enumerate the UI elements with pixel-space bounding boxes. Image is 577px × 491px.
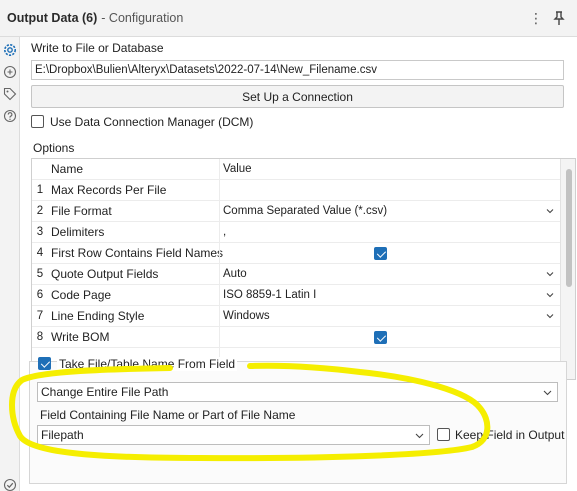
option-checkbox[interactable] [374, 331, 387, 344]
option-value-select[interactable]: Comma Separated Value (*.csv) [219, 201, 560, 222]
row-number: 4 [36, 247, 44, 259]
check-circle-icon[interactable] [3, 478, 17, 491]
column-header-value: Value [223, 163, 252, 175]
option-name: Delimiters [51, 225, 105, 239]
row-number: 7 [36, 310, 44, 322]
option-value: ISO 8859-1 Latin I [223, 289, 317, 301]
side-rail [0, 37, 20, 491]
pin-icon[interactable] [551, 10, 567, 26]
row-number: 2 [36, 205, 44, 217]
file-path-input[interactable] [31, 60, 564, 80]
keep-field-checkbox[interactable] [437, 428, 450, 441]
option-value: Windows [223, 310, 270, 322]
target-icon[interactable] [3, 65, 17, 79]
option-value: Comma Separated Value (*.csv) [223, 205, 388, 217]
option-name: First Row Contains Field Names [51, 246, 224, 260]
option-name: Line Ending Style [51, 309, 145, 323]
option-name: Code Page [51, 288, 112, 302]
filename-field-select[interactable]: Filepath [37, 425, 430, 445]
chevron-down-icon [543, 390, 552, 396]
option-name: File Format [51, 204, 112, 218]
options-header-row: Name Value [32, 159, 560, 180]
options-label: Options [33, 141, 75, 155]
tool-name: Output Data (6) [7, 11, 98, 25]
option-value-select[interactable]: ISO 8859-1 Latin I [219, 285, 560, 306]
tag-icon[interactable] [3, 87, 17, 101]
chevron-down-icon [546, 314, 554, 319]
option-value-input[interactable] [219, 180, 560, 201]
scrollbar-thumb[interactable] [566, 169, 572, 287]
configuration-panel: Write to File or Database Set Up a Conne… [21, 37, 577, 491]
filename-field-value: Filepath [41, 428, 84, 442]
row-number: 6 [36, 289, 44, 301]
row-number: 3 [36, 226, 44, 238]
option-name: Max Records Per File [51, 183, 167, 197]
column-header-value-cell: Value [219, 159, 560, 180]
table-row: 4 First Row Contains Field Names [32, 243, 560, 264]
table-row: 6 Code Page ISO 8859-1 Latin I [32, 285, 560, 306]
row-number: 8 [36, 331, 44, 343]
chevron-down-icon [546, 293, 554, 298]
take-from-field-label: Take File/Table Name From Field [57, 357, 238, 371]
option-checkbox[interactable] [374, 247, 387, 260]
option-value-select[interactable]: Auto [219, 264, 560, 285]
setup-connection-button[interactable]: Set Up a Connection [31, 85, 564, 108]
panel-header: Output Data (6) - Configuration ⋮ [0, 0, 577, 37]
write-to-label: Write to File or Database [31, 41, 164, 55]
row-number: 5 [36, 268, 44, 280]
column-header-name: Name [51, 162, 84, 176]
options-grid: Name Value 1 Max Records Per File 2 File Fo… [31, 158, 576, 380]
options-scrollbar[interactable] [560, 159, 575, 379]
table-row: 2 File Format Comma Separated Value (*.csv… [32, 201, 560, 222]
gear-icon[interactable] [1, 41, 19, 59]
table-row: 3 Delimiters, [32, 222, 560, 243]
chevron-down-icon [415, 433, 424, 439]
chevron-down-icon [546, 209, 554, 214]
take-from-field-group: Change Entire File Path Field Containing… [29, 361, 567, 484]
file-path-mode-value: Change Entire File Path [41, 385, 169, 399]
table-row: 5 Quote Output Fields Auto [32, 264, 560, 285]
help-icon[interactable] [3, 109, 17, 123]
panel-subtitle: - Configuration [101, 11, 184, 25]
kebab-menu-icon[interactable]: ⋮ [529, 10, 543, 26]
table-row: 7 Line Ending Style Windows [32, 306, 560, 327]
take-from-field-checkbox[interactable] [38, 357, 51, 370]
row-number: 1 [36, 184, 44, 196]
table-row: 1 Max Records Per File [32, 180, 560, 201]
option-value-checkbox[interactable] [219, 243, 560, 264]
field-containing-label: Field Containing File Name or Part of Fi… [40, 408, 296, 422]
dcm-checkbox[interactable] [31, 115, 44, 128]
panel-title: Output Data (6) - Configuration [7, 11, 183, 25]
option-name: Quote Output Fields [51, 267, 159, 281]
option-value: , [223, 226, 227, 238]
option-value: Auto [223, 268, 247, 280]
keep-field-label: Keep Field in Output [455, 428, 565, 442]
file-path-mode-select[interactable]: Change Entire File Path [37, 382, 558, 402]
option-name: Write BOM [51, 330, 110, 344]
option-value-checkbox[interactable] [219, 327, 560, 348]
dcm-label: Use Data Connection Manager (DCM) [50, 115, 254, 129]
chevron-down-icon [546, 272, 554, 277]
option-value-input[interactable]: , [219, 222, 560, 243]
table-row: 8 Write BOM [32, 327, 560, 348]
option-value-select[interactable]: Windows [219, 306, 560, 327]
